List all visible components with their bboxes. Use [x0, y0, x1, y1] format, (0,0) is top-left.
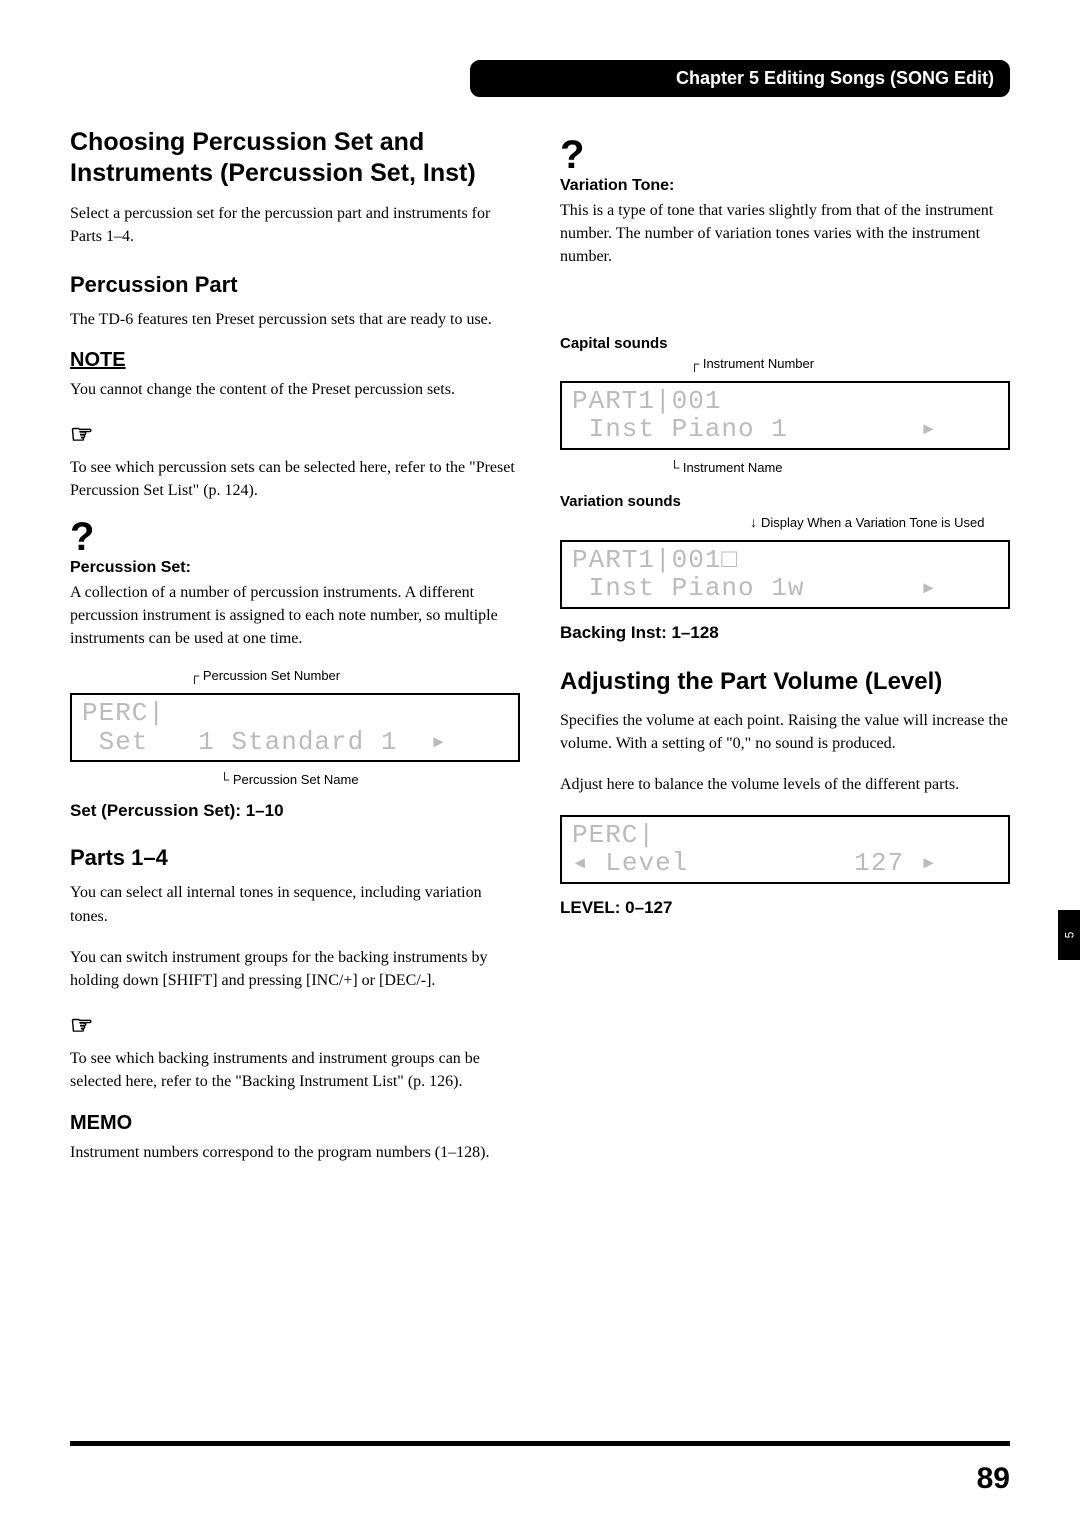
level-body1: Specifies the volume at each point. Rais… [560, 709, 1010, 755]
hand2-body: To see which backing instruments and ins… [70, 1047, 520, 1093]
lcd-percset-screen: PERC| Set 1 Standard 1 ▸ [70, 693, 520, 762]
lcd-level: PERC| ◂ Level 127 ▸ [560, 815, 1010, 884]
variation-heading: Variation sounds [560, 493, 1010, 510]
parts-body1: You can select all internal tones in seq… [70, 881, 520, 927]
heading-choosing: Choosing Percussion Set and Instruments … [70, 127, 520, 190]
lcd-percset-line1: PERC| [82, 698, 165, 728]
page-number: 89 [977, 1462, 1010, 1496]
note-body: You cannot change the content of the Pre… [70, 378, 520, 401]
lcd-variation-line2: Inst Piano 1w ▸ [572, 573, 937, 603]
parts-body2: You can switch instrument groups for the… [70, 946, 520, 992]
capital-heading: Capital sounds [560, 335, 1010, 352]
hand-icon-2: ☞ [70, 1010, 520, 1041]
lcd-level-line2: ◂ Level 127 ▸ [572, 848, 937, 878]
memo-body: Instrument numbers correspond to the pro… [70, 1141, 520, 1164]
setting-level: LEVEL: 0–127 [560, 898, 1010, 918]
annot-inst-name: Instrument Name [683, 460, 783, 475]
heading-level: Adjusting the Part Volume (Level) [560, 667, 1010, 697]
lcd-level-line1: PERC| [572, 820, 655, 850]
annot-set-name: Percussion Set Name [233, 772, 359, 787]
heading-percussion-part: Percussion Part [70, 272, 520, 298]
percset-body: A collection of a number of percussion i… [70, 581, 520, 651]
percset-label: Percussion Set: [70, 559, 520, 577]
bottom-rule [70, 1441, 1010, 1446]
perc-part-body: The TD-6 features ten Preset percussion … [70, 308, 520, 331]
lcd-percset: PERC| Set 1 Standard 1 ▸ [70, 693, 520, 762]
content-columns: Choosing Percussion Set and Instruments … [70, 127, 1010, 1182]
annot-inst-number-block: ┌ Instrument Number [560, 356, 1010, 371]
lcd-capital-line2: Inst Piano 1 ▸ [572, 414, 937, 444]
side-tab: 5 [1058, 910, 1080, 960]
annot-set-name-block: └ Percussion Set Name [70, 772, 520, 787]
lcd-variation: PART1|001□ Inst Piano 1w ▸ [560, 540, 1010, 609]
setting-percset: Set (Percussion Set): 1–10 [70, 801, 520, 821]
right-column: ? Variation Tone: This is a type of tone… [560, 127, 1010, 1182]
intro-text: Select a percussion set for the percussi… [70, 202, 520, 248]
question-icon-2: ? [560, 139, 1010, 171]
left-column: Choosing Percussion Set and Instruments … [70, 127, 520, 1182]
setting-backing: Backing Inst: 1–128 [560, 623, 1010, 643]
annot-display-var-block: Display When a Variation Tone is Used [560, 514, 1010, 530]
annot-set-number: Percussion Set Number [203, 668, 340, 683]
vartone-label: Variation Tone: [560, 177, 1010, 195]
heading-parts: Parts 1–4 [70, 845, 520, 871]
hand-icon: ☞ [70, 419, 520, 450]
chapter-header: Chapter 5 Editing Songs (SONG Edit) [470, 60, 1010, 97]
lcd-capital: PART1|001 Inst Piano 1 ▸ [560, 381, 1010, 450]
lcd-variation-line1: PART1|001□ [572, 545, 738, 575]
note-icon: NOTE [70, 349, 520, 372]
lcd-capital-line1: PART1|001 [572, 386, 721, 416]
annot-inst-name-block: └ Instrument Name [560, 460, 1010, 475]
lcd-variation-screen: PART1|001□ Inst Piano 1w ▸ [560, 540, 1010, 609]
lcd-level-screen: PERC| ◂ Level 127 ▸ [560, 815, 1010, 884]
level-body2: Adjust here to balance the volume levels… [560, 773, 1010, 796]
question-icon: ? [70, 521, 520, 553]
annot-inst-number: Instrument Number [703, 356, 814, 371]
annot-set-number-block: ┌ Percussion Set Number [70, 668, 520, 683]
lcd-capital-screen: PART1|001 Inst Piano 1 ▸ [560, 381, 1010, 450]
annot-display-var: Display When a Variation Tone is Used [761, 515, 985, 530]
memo-icon: MEMO [70, 1112, 520, 1135]
lcd-percset-line2: Set 1 Standard 1 ▸ [82, 727, 447, 757]
hand1-body: To see which percussion sets can be sele… [70, 456, 520, 502]
side-tab-label: 5 [1062, 932, 1076, 939]
vartone-body: This is a type of tone that varies sligh… [560, 199, 1010, 269]
